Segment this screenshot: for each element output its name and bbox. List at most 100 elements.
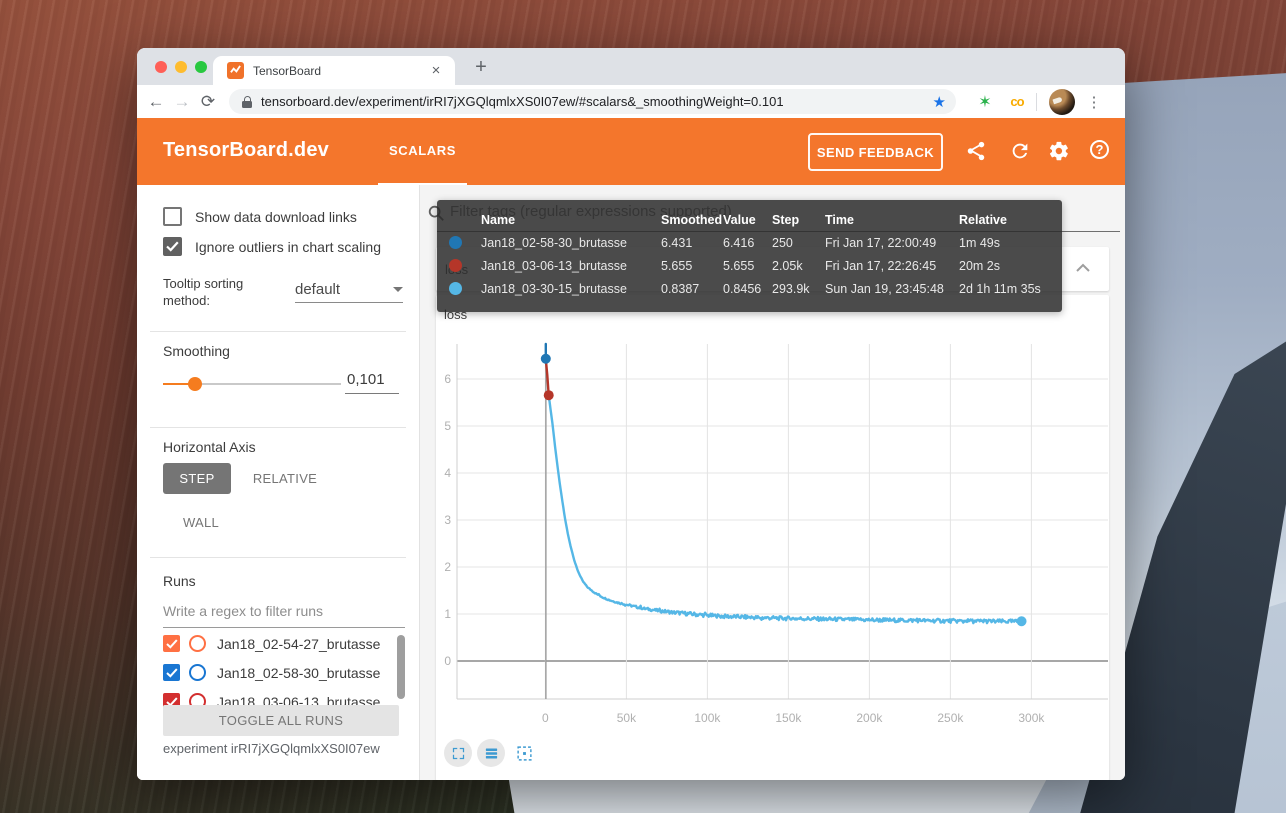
colab-extension-icon[interactable]: co [1006,94,1028,109]
tooltip-name: Jan18_03-30-15_brutasse [481,282,661,296]
macos-close-button[interactable] [155,61,167,73]
divider [150,557,406,558]
run-radio[interactable] [189,664,206,681]
svg-text:200k: 200k [856,711,883,725]
experiment-caption: experiment irRI7jXGQlqmlxXS0I07ew [163,741,380,756]
send-feedback-button[interactable]: SEND FEEDBACK [808,133,943,171]
help-icon[interactable]: ? [1090,140,1109,159]
svg-text:3: 3 [444,513,451,527]
series-end-dot [544,390,554,400]
tooltip-relative: 1m 49s [959,236,1062,250]
tab-close-icon[interactable]: × [427,62,445,80]
tooltip-relative: 2d 1h 11m 35s [959,282,1062,296]
browser-menu-icon[interactable]: ⋮ [1081,93,1107,111]
checkbox-unchecked[interactable] [163,207,182,226]
svg-text:250k: 250k [937,711,964,725]
settings-sidebar: Show data download links Ignore outliers… [137,185,420,780]
show-download-links-label: Show data download links [195,209,357,225]
runs-scrollbar[interactable] [397,635,405,699]
runs-filter-input[interactable] [163,603,405,628]
tooltip-time: Fri Jan 17, 22:26:45 [825,259,959,273]
chart-toolbar [444,739,538,767]
svg-text:0: 0 [542,711,549,725]
tooltip-sorting-value: default [295,281,340,298]
browser-tab-strip: TensorBoard × + [137,48,1125,85]
tooltip-smoothed: 0.8387 [661,282,723,296]
refresh-icon[interactable] [1009,140,1033,164]
run-name: Jan18_02-54-27_brutasse [217,636,380,652]
macos-minimize-button[interactable] [175,61,187,73]
tooltip-rows: Jan18_02-58-30_brutasse6.4316.416250Fri … [437,231,1062,300]
forward-icon[interactable]: → [169,92,195,112]
macos-zoom-button[interactable] [195,61,207,73]
run-color-dot [449,236,462,249]
svg-text:150k: 150k [775,711,802,725]
tensorboard-favicon-icon [227,62,244,79]
brand-title: TensorBoard.dev [163,139,329,162]
tooltip-smoothed: 5.655 [661,259,723,273]
svg-text:1: 1 [444,607,451,621]
run-row[interactable]: Jan18_02-58-30_brutasse [163,664,413,681]
svg-text:4: 4 [444,466,451,480]
extension-icon[interactable]: ✶ [974,92,996,112]
tooltip-step: 250 [772,236,825,250]
tooltip-row: Jan18_03-30-15_brutasse0.83870.8456293.9… [437,277,1062,300]
run-checkbox[interactable] [163,635,180,652]
svg-text:50k: 50k [617,711,637,725]
settings-gear-icon[interactable] [1048,140,1072,164]
tensorboard-header: TensorBoard.dev SCALARS SEND FEEDBACK ? [137,118,1125,185]
svg-text:5: 5 [444,419,451,433]
runs-selector-icon[interactable] [477,739,505,767]
reload-icon[interactable]: ⟳ [195,92,221,112]
run-checkbox[interactable] [163,664,180,681]
tooltip-time: Sun Jan 19, 23:45:48 [825,282,959,296]
axis-step-button[interactable]: STEP [163,463,231,494]
loss-chart-card: loss 0123456050k100k150k200k250k300k [436,295,1109,780]
expand-chart-icon[interactable] [444,739,472,767]
back-icon[interactable]: ← [143,92,169,112]
divider [150,427,406,428]
run-row[interactable]: Jan18_02-54-27_brutasse [163,635,413,652]
chevron-down-icon [393,287,403,292]
tooltip-value: 0.8456 [723,282,772,296]
tooltip-value: 6.416 [723,236,772,250]
checkbox-checked[interactable] [163,237,182,256]
tab-scalars[interactable]: SCALARS [378,118,467,185]
omnibox[interactable]: tensorboard.dev/experiment/irRI7jXGQlqml… [229,89,956,114]
smoothing-slider[interactable] [163,383,341,385]
loss-line-chart[interactable]: 0123456050k100k150k200k250k300k [440,339,1108,737]
desktop: TensorBoard × + ← → ⟳ tensorboard.dev/ex… [0,0,1286,813]
bookmark-star-icon[interactable]: ★ [933,93,946,111]
svg-text:300k: 300k [1018,711,1045,725]
tooltip-sorting-select[interactable]: default [295,281,403,303]
tooltip-header-row: Name Smoothed Value Step Time Relative [437,208,1062,231]
tooltip-row: Jan18_02-58-30_brutasse6.4316.416250Fri … [437,231,1062,254]
share-icon[interactable] [965,140,989,164]
svg-text:100k: 100k [694,711,721,725]
show-download-links-row[interactable]: Show data download links [163,207,413,226]
tooltip-value: 5.655 [723,259,772,273]
smoothing-value-input[interactable] [345,371,399,394]
secure-lock-icon[interactable] [242,96,252,108]
series-end-dot [541,354,551,364]
axis-relative-button[interactable]: RELATIVE [245,463,325,494]
toolbar-separator [1036,93,1037,111]
fit-domain-icon[interactable] [510,739,538,767]
slider-thumb[interactable] [188,377,202,391]
run-radio[interactable] [189,635,206,652]
main-content: loss loss 0123456050k100k150k200k250k300… [420,185,1125,780]
toggle-all-runs-button[interactable]: TOGGLE ALL RUNS [163,705,399,736]
run-color-dot [449,259,462,272]
axis-wall-button[interactable]: WALL [177,507,225,538]
profile-avatar[interactable] [1049,89,1075,115]
ignore-outliers-row[interactable]: Ignore outliers in chart scaling [163,237,413,256]
tooltip-name: Jan18_02-58-30_brutasse [481,236,661,250]
new-tab-button[interactable]: + [467,54,495,82]
tooltip-name: Jan18_03-06-13_brutasse [481,259,661,273]
horizontal-axis-label: Horizontal Axis [163,439,256,455]
url-text[interactable]: tensorboard.dev/experiment/irRI7jXGQlqml… [261,94,933,109]
tooltip-step: 2.05k [772,259,825,273]
svg-text:2: 2 [444,560,451,574]
browser-tab[interactable]: TensorBoard × [213,56,455,85]
collapse-chevron-icon[interactable] [1075,260,1091,278]
